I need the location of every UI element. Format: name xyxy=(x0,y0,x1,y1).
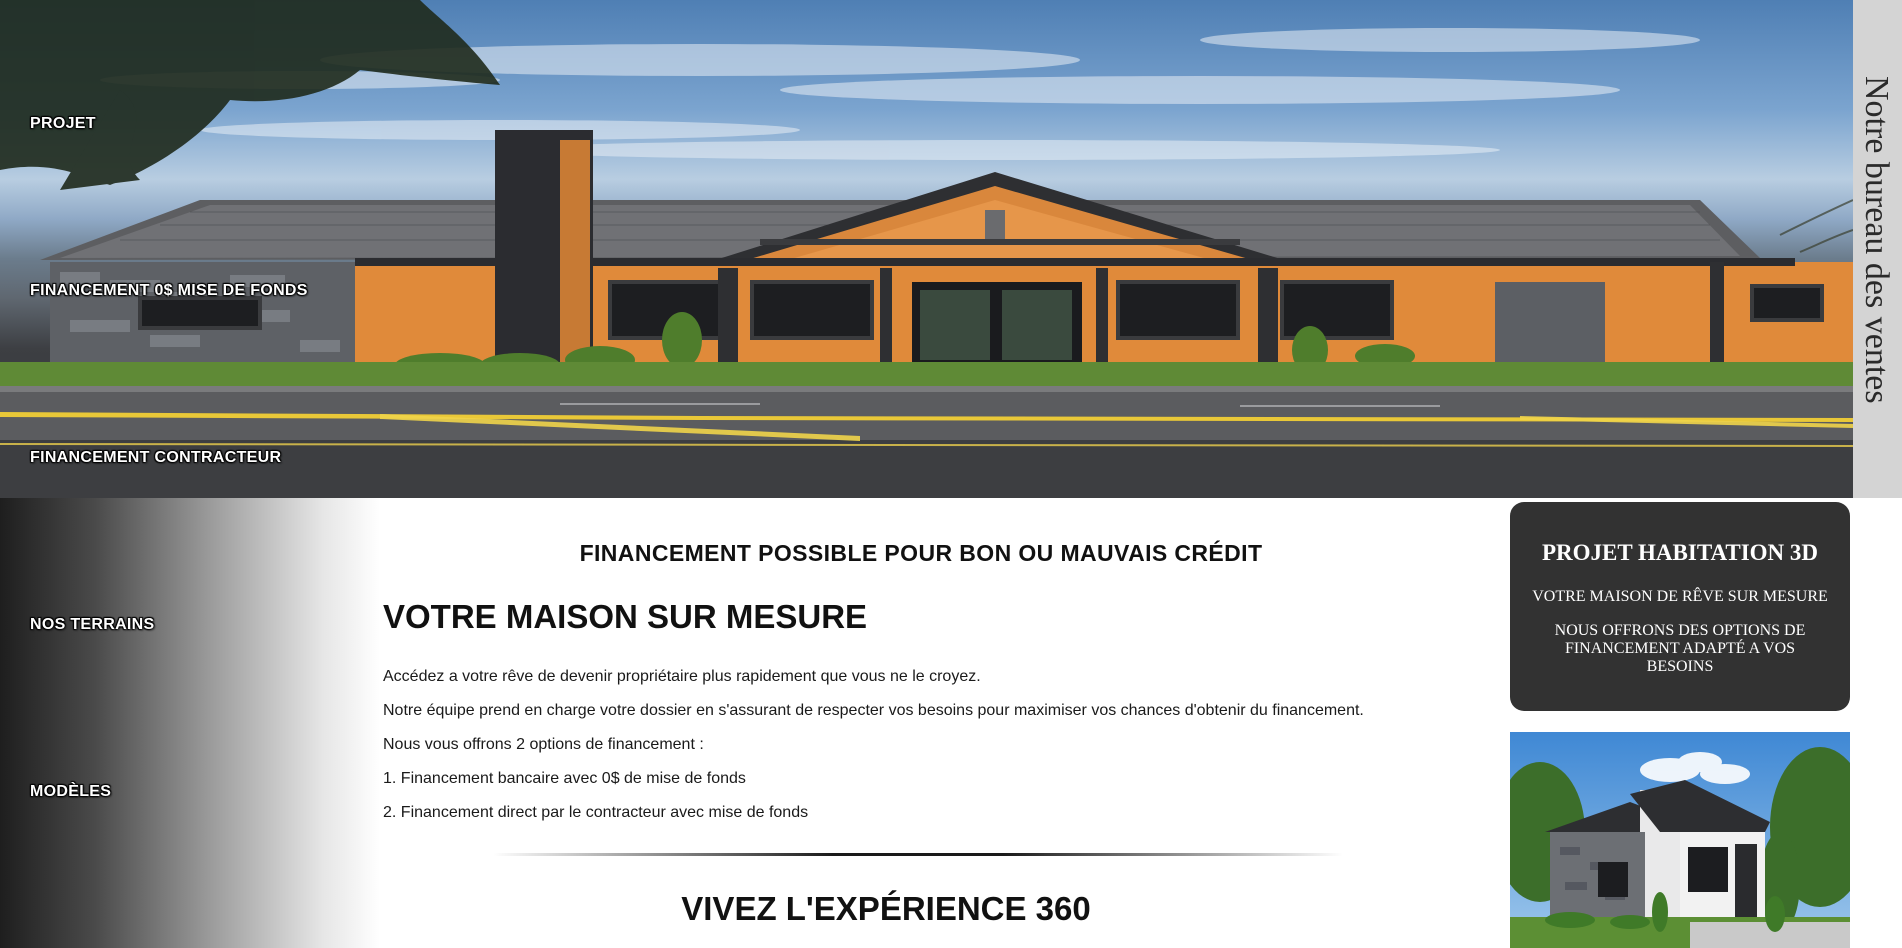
section-divider xyxy=(493,853,1343,856)
page-title: VOTRE MAISON SUR MESURE xyxy=(383,598,868,635)
options-paragraph: Nous vous offrons 2 options de financeme… xyxy=(383,736,704,753)
main-content: FINANCEMENT POSSIBLE POUR BON OU MAUVAIS… xyxy=(383,498,1493,948)
credit-tagline: FINANCEMENT POSSIBLE POUR BON OU MAUVAIS… xyxy=(579,540,1263,566)
projet-habitation-3d-card[interactable]: PROJET HABITATION 3D VOTRE MAISON DE RÊV… xyxy=(1510,502,1850,711)
experience-360-heading: VIVEZ L'EXPÉRIENCE 360 xyxy=(681,890,1091,927)
promo-subtitle: VOTRE MAISON DE RÊVE SUR MESURE xyxy=(1532,588,1828,605)
sales-office-side-tab[interactable]: Notre bureau des ventes xyxy=(1853,0,1902,498)
nav-item-nos-terrains[interactable]: NOS TERRAINS xyxy=(30,616,155,634)
sidebar-gradient-panel xyxy=(0,498,380,948)
model-house-illustration xyxy=(1510,732,1850,948)
promo-title: PROJET HABITATION 3D xyxy=(1541,540,1819,565)
sales-office-building-illustration xyxy=(0,0,1853,498)
intro-paragraph: Accédez a votre rêve de devenir propriét… xyxy=(383,668,981,685)
nav-item-modeles[interactable]: MODÈLES xyxy=(30,783,111,801)
nav-item-projet[interactable]: PROJET xyxy=(30,115,96,133)
team-paragraph: Notre équipe prend en charge votre dossi… xyxy=(383,702,1364,719)
sales-office-tab-label: Notre bureau des ventes xyxy=(1858,76,1895,404)
promo-text: NOUS OFFRONS DES OPTIONS DE FINANCEMENT … xyxy=(1554,622,1806,675)
hero-banner-image xyxy=(0,0,1853,498)
nav-item-financement-contracteur[interactable]: FINANCEMENT CONTRACTEUR xyxy=(30,449,281,467)
option-one-text: 1. Financement bancaire avec 0$ de mise … xyxy=(383,770,746,787)
option-two-text: 2. Financement direct par le contracteur… xyxy=(383,804,809,821)
model-house-image[interactable] xyxy=(1510,732,1850,948)
nav-item-financement-0-mise-de-fonds[interactable]: FINANCEMENT 0$ MISE DE FONDS xyxy=(30,282,308,300)
